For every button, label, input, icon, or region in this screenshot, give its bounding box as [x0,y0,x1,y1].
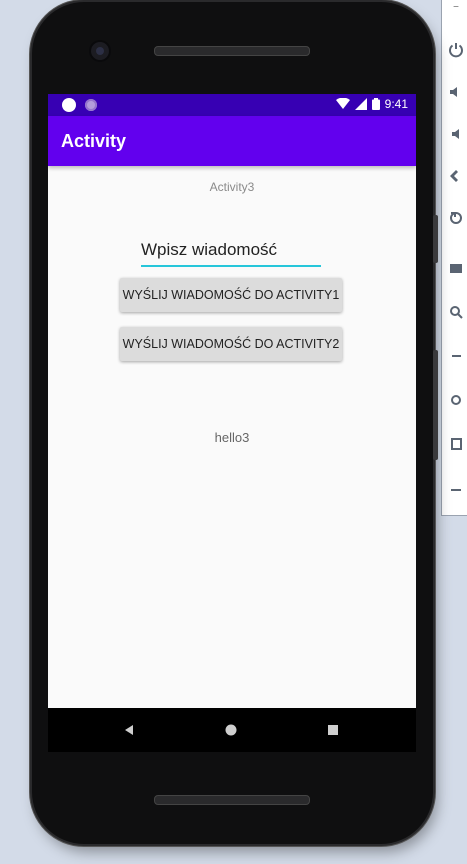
power-icon[interactable] [444,38,467,62]
volume-rocker[interactable] [433,350,438,460]
notification-dot-icon [62,98,76,112]
home-icon[interactable] [444,388,467,412]
message-input[interactable] [141,237,321,267]
screenshot-icon[interactable] [444,256,467,280]
signal-icon [354,98,367,110]
front-camera [91,42,109,60]
status-bar: 9:41 [48,94,416,116]
app-bar: Activity [48,116,416,166]
navigation-bar [48,708,416,752]
notification-circle-icon [85,99,97,111]
emulator-toolbar: – [441,0,467,516]
wifi-icon [335,98,350,109]
send-to-activity1-button[interactable]: WYŚLIJ WIADOMOŚĆ DO ACTIVITY1 [120,278,342,312]
battery-icon [371,98,380,110]
home-icon[interactable] [223,722,239,738]
recents-icon[interactable] [325,722,341,738]
activity-label: Activity3 [209,180,255,194]
received-message-text: hello3 [214,430,250,445]
top-speaker [154,46,310,56]
overview-icon[interactable] [444,432,467,456]
status-indicators: 9:41 [335,97,408,111]
app-title: Activity [61,131,127,151]
power-button[interactable] [433,215,438,263]
back-icon[interactable] [444,344,467,368]
back-icon[interactable] [121,722,137,738]
rotate-left-icon[interactable] [444,164,467,188]
zoom-icon[interactable] [444,300,467,324]
status-time: 9:41 [384,97,408,111]
rotate-right-icon[interactable] [444,206,467,230]
minimize-icon[interactable]: – [444,0,467,18]
bottom-speaker [154,795,310,805]
send-to-activity2-button[interactable]: WYŚLIJ WIADOMOŚĆ DO ACTIVITY2 [120,327,342,361]
more-icon[interactable] [444,478,467,502]
volume-down-icon[interactable] [444,122,467,146]
volume-up-icon[interactable] [444,80,467,104]
device-screen: 9:41 Activity Activity3 WYŚLIJ WIADOMOŚĆ… [48,94,416,708]
